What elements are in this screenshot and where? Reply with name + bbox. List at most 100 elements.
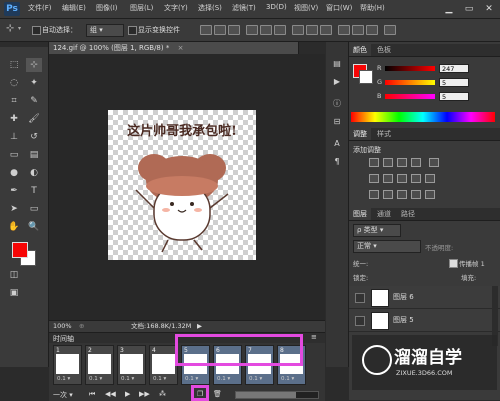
black-white-icon[interactable] <box>397 174 407 183</box>
align-right-icon[interactable] <box>274 25 286 35</box>
close-button[interactable]: ✕ <box>480 2 498 16</box>
history-panel-icon[interactable]: ▤ <box>330 58 344 70</box>
menu-filter[interactable]: 滤镜(T) <box>232 3 256 13</box>
selective-color-icon[interactable] <box>425 190 435 199</box>
show-transform-checkbox[interactable] <box>128 26 137 35</box>
tab-styles[interactable]: 样式 <box>373 128 395 140</box>
channel-r-value[interactable]: 247 <box>439 64 469 73</box>
threshold-icon[interactable] <box>397 190 407 199</box>
tab-adjustments[interactable]: 调整 <box>349 128 371 140</box>
align-vcenter-icon[interactable] <box>214 25 226 35</box>
hand-tool-icon[interactable]: ✋ <box>6 220 22 234</box>
frame-delay-dropdown[interactable]: 0.1 ▾ <box>217 376 230 382</box>
frame-delay-dropdown[interactable]: 0.1 ▾ <box>249 376 262 382</box>
foreground-color-swatch[interactable] <box>12 242 28 258</box>
animation-frame[interactable]: 1 0.1 ▾ <box>53 345 82 385</box>
quick-mask-icon[interactable]: ◫ <box>6 268 22 282</box>
menu-help[interactable]: 帮助(H) <box>360 3 385 13</box>
layer-visibility-icon[interactable] <box>355 316 365 326</box>
tab-color[interactable]: 颜色 <box>349 44 371 56</box>
layer-row[interactable]: 图层 5 <box>349 309 500 332</box>
auto-select-dropdown[interactable]: 组 ▾ <box>86 24 124 37</box>
next-frame-icon[interactable]: ▶▶ <box>139 390 150 398</box>
tab-paths[interactable]: 路径 <box>397 208 419 220</box>
first-frame-icon[interactable]: ⏮ <box>89 390 95 399</box>
posterize-icon[interactable] <box>383 190 393 199</box>
channel-b-value[interactable]: 5 <box>439 92 469 101</box>
zoom-level[interactable]: 100% <box>53 321 72 332</box>
frame-delay-dropdown[interactable]: 0.1 ▾ <box>281 376 294 382</box>
gradient-map-icon[interactable] <box>411 190 421 199</box>
zoom-tool-icon[interactable]: 🔍 <box>26 220 42 234</box>
eraser-tool-icon[interactable]: ▭ <box>6 148 22 162</box>
frame-delay-dropdown[interactable]: 0.1 ▾ <box>185 376 198 382</box>
curves-icon[interactable] <box>397 158 407 167</box>
animation-frame[interactable]: 3 0.1 ▾ <box>117 345 146 385</box>
prev-frame-icon[interactable]: ◀◀ <box>105 390 116 398</box>
tab-channels[interactable]: 通道 <box>373 208 395 220</box>
status-menu-arrow-icon[interactable]: ▶ <box>197 321 202 332</box>
restore-button[interactable]: ▭ <box>460 2 478 16</box>
timeline-menu-icon[interactable]: ≡ <box>311 333 317 341</box>
photo-filter-icon[interactable] <box>411 174 421 183</box>
properties-panel-icon[interactable]: ⓘ <box>330 98 344 110</box>
actions-panel-icon[interactable]: ▶ <box>330 76 344 88</box>
distribute-hcenter-icon[interactable] <box>352 25 364 35</box>
play-icon[interactable]: ▶ <box>125 390 130 398</box>
levels-icon[interactable] <box>383 158 393 167</box>
exposure-icon[interactable] <box>411 158 421 167</box>
path-selection-tool-icon[interactable]: ➤ <box>6 202 22 216</box>
menu-3d[interactable]: 3D(D) <box>266 3 287 11</box>
distribute-vcenter-icon[interactable] <box>306 25 318 35</box>
history-brush-tool-icon[interactable]: ↺ <box>26 130 42 144</box>
healing-brush-tool-icon[interactable]: ✚ <box>6 112 22 126</box>
timeline-scrollbar-thumb[interactable] <box>236 392 296 398</box>
tab-layers[interactable]: 图层 <box>349 208 371 220</box>
document-tab-close-icon[interactable]: × <box>178 44 184 52</box>
frame-delay-dropdown[interactable]: 0.1 ▾ <box>121 376 134 382</box>
move-tool-icon[interactable]: ⊹ <box>26 58 42 72</box>
distribute-top-icon[interactable] <box>292 25 304 35</box>
loop-options-dropdown[interactable]: 一次 ▾ <box>53 390 73 400</box>
minimize-button[interactable]: ▁ <box>440 2 458 16</box>
menu-edit[interactable]: 编辑(E) <box>62 3 86 13</box>
brightness-contrast-icon[interactable] <box>369 158 379 167</box>
animation-frame[interactable]: 4 0.1 ▾ <box>149 345 178 385</box>
type-tool-icon[interactable]: T <box>26 184 42 198</box>
menu-select[interactable]: 选择(S) <box>198 3 222 13</box>
document-tab[interactable]: 124.gif @ 100% (图层 1, RGB/8) * × <box>49 42 299 54</box>
hue-saturation-icon[interactable] <box>369 174 379 183</box>
align-left-icon[interactable] <box>246 25 258 35</box>
channel-r-slider[interactable] <box>385 66 435 71</box>
align-hcenter-icon[interactable] <box>260 25 272 35</box>
canvas[interactable]: 这片帅哥我承包啦! <box>108 110 256 260</box>
menu-window[interactable]: 窗口(W) <box>326 3 352 13</box>
animation-frame[interactable]: 2 0.1 ▾ <box>85 345 114 385</box>
move-tool-icon[interactable]: ⊹ <box>6 23 14 34</box>
frame-delay-dropdown[interactable]: 0.1 ▾ <box>57 376 70 382</box>
blend-mode-dropdown[interactable]: 正常 ▾ <box>353 240 421 253</box>
tool-preset-dropdown-icon[interactable]: ▾ <box>18 25 21 32</box>
color-spectrum-ramp[interactable] <box>351 112 495 122</box>
screen-mode-icon[interactable]: ▣ <box>6 286 22 300</box>
pen-tool-icon[interactable]: ✒ <box>6 184 22 198</box>
layer-row[interactable]: 图层 6 <box>349 286 500 309</box>
channel-b-slider[interactable] <box>385 94 435 99</box>
crop-tool-icon[interactable]: ⌗ <box>6 94 22 108</box>
magic-wand-tool-icon[interactable]: ✦ <box>26 76 42 90</box>
gradient-tool-icon[interactable]: ▤ <box>26 148 42 162</box>
shape-tool-icon[interactable]: ▭ <box>26 202 42 216</box>
tab-swatches[interactable]: 色板 <box>373 44 395 56</box>
brush-tool-icon[interactable]: 🖌 <box>26 112 42 126</box>
channel-mixer-icon[interactable] <box>425 174 435 183</box>
dodge-tool-icon[interactable]: ◐ <box>26 166 42 180</box>
duplicate-frame-icon[interactable]: ❐ <box>197 390 203 398</box>
timeline-scrollbar[interactable] <box>235 391 319 399</box>
menu-image[interactable]: 图像(I) <box>96 3 118 13</box>
clone-stamp-tool-icon[interactable]: ⊥ <box>6 130 22 144</box>
menu-view[interactable]: 视图(V) <box>294 3 318 13</box>
layer-kind-filter[interactable]: ρ 类型 ▾ <box>353 224 401 237</box>
menu-type[interactable]: 文字(Y) <box>164 3 188 13</box>
align-bottom-icon[interactable] <box>228 25 240 35</box>
color-balance-icon[interactable] <box>383 174 393 183</box>
